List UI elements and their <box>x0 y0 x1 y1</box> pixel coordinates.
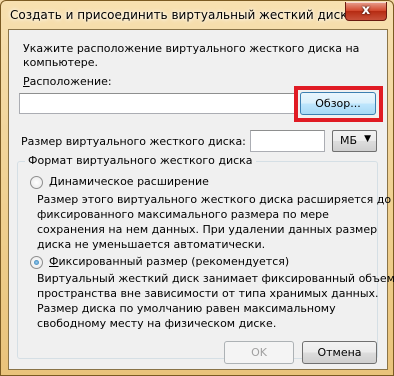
size-label: Размер виртуального жесткого диска: <box>21 135 246 148</box>
fixed-desc-line1: Виртуальный жесткий диск занимает фиксир… <box>37 272 394 285</box>
intro-text-line1: Укажите расположение виртуального жестко… <box>23 42 360 55</box>
ok-button[interactable]: OK <box>224 341 294 364</box>
fixed-radio-selected-dot <box>34 260 39 265</box>
close-icon: x <box>361 3 371 18</box>
close-button[interactable]: x <box>345 2 387 21</box>
size-unit-dropdown[interactable]: МБ ▼ <box>332 130 377 152</box>
dynamic-desc-line1: Размер этого виртуального жесткого диска… <box>37 193 392 206</box>
title-bar[interactable]: Создать и присоединить виртуальный жестк… <box>1 1 393 29</box>
window-title: Создать и присоединить виртуальный жестк… <box>10 8 348 22</box>
dialog-body: Укажите расположение виртуального жестко… <box>8 29 394 370</box>
cancel-button[interactable]: Отмена <box>302 341 377 364</box>
dialog-window: Создать и присоединить виртуальный жестк… <box>0 0 394 376</box>
size-input[interactable] <box>250 130 325 152</box>
dynamic-desc-line2: фиксированного максимального размера по … <box>37 208 329 221</box>
dynamic-desc-line4: диска не уменьшается автоматически. <box>37 238 266 251</box>
dynamic-radio[interactable] <box>30 176 43 189</box>
format-group-title: Формат виртуального жесткого диска <box>25 154 256 167</box>
chevron-down-icon: ▼ <box>364 134 371 144</box>
fixed-desc-line4: свободному месту на физическом диске. <box>37 317 277 330</box>
fixed-radio[interactable] <box>30 256 43 269</box>
size-unit-value: МБ <box>340 134 358 147</box>
dynamic-radio-label[interactable]: Динамическое расширение <box>49 175 209 188</box>
dynamic-desc-line3: сохранения на нем данных. При удалении д… <box>37 223 378 236</box>
fixed-desc-line3: Размер диска по умолчанию равен максимал… <box>37 302 336 315</box>
intro-text-line2: компьютере. <box>23 56 99 69</box>
location-input[interactable] <box>19 93 296 114</box>
location-label: Расположение: <box>23 75 112 88</box>
fixed-desc-line2: пространства вне зависимости от типа хра… <box>37 287 379 300</box>
fixed-radio-label[interactable]: Фиксированный размер (рекомендуется) <box>49 255 289 268</box>
browse-button[interactable]: Обзор... <box>300 92 376 115</box>
